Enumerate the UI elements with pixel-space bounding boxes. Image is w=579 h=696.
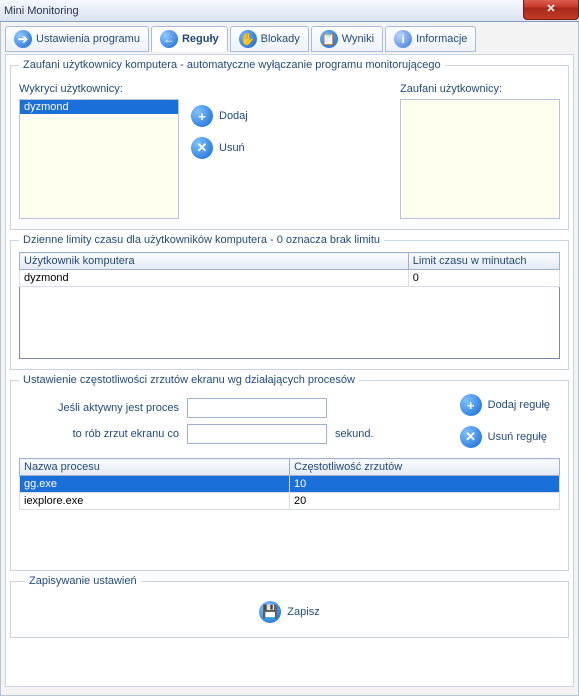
info-icon: i — [394, 30, 412, 48]
limits-table[interactable]: Użytkownik komputera Limit czasu w minut… — [19, 252, 560, 287]
trusted-users-label: Zaufani użytkownicy: — [400, 83, 560, 95]
list-item[interactable]: dyzmond — [20, 100, 178, 114]
tab-label: Blokady — [261, 33, 300, 45]
table-row[interactable]: iexplore.exe 20 — [20, 493, 560, 510]
col-frequency: Częstotliwość zrzutów — [290, 459, 560, 476]
group-legend: Zapisywanie ustawień — [25, 575, 141, 587]
cell-freq: 10 — [290, 476, 560, 493]
plus-icon: + — [460, 394, 482, 416]
table-row[interactable]: dyzmond 0 — [20, 270, 560, 287]
group-legend: Zaufani użytkownicy komputera - automaty… — [19, 59, 445, 71]
hand-icon: ✋ — [239, 30, 257, 48]
label-if-process: Jeśli aktywny jest proces — [19, 402, 179, 414]
table-header-row: Nazwa procesu Częstotliwość zrzutów — [20, 459, 560, 476]
button-label: Dodaj — [219, 110, 248, 122]
remove-button[interactable]: ✕ Usuń — [191, 137, 245, 159]
tab-rules[interactable]: ← Reguły — [151, 26, 228, 52]
button-label: Usuń — [219, 142, 245, 154]
table-header-row: Użytkownik komputera Limit czasu w minut… — [20, 253, 560, 270]
label-then: to rób zrzut ekranu co — [19, 428, 179, 440]
process-name-input[interactable] — [187, 398, 327, 418]
cell-user: dyzmond — [20, 270, 409, 287]
cell-freq: 20 — [290, 493, 560, 510]
tab-bar: ➔ Ustawienia programu ← Reguły ✋ Blokady… — [5, 26, 574, 52]
save-button[interactable]: 💾 Zapisz — [259, 601, 319, 623]
button-label: Zapisz — [287, 606, 319, 618]
cell-process: iexplore.exe — [20, 493, 290, 510]
delete-rule-button[interactable]: ✕ Usuń regułę — [460, 426, 547, 448]
add-button[interactable]: + Dodaj — [191, 105, 248, 127]
table-row[interactable]: gg.exe 10 — [20, 476, 560, 493]
tab-info[interactable]: i Informacje — [385, 26, 476, 52]
unit-label: sekund. — [335, 428, 374, 440]
close-icon: ✕ — [546, 2, 555, 15]
detected-users-list[interactable]: dyzmond — [19, 99, 179, 219]
window-body: ➔ Ustawienia programu ← Reguły ✋ Blokady… — [0, 22, 579, 696]
group-trusted-users: Zaufani użytkownicy komputera - automaty… — [10, 59, 569, 230]
cell-process: gg.exe — [20, 476, 290, 493]
group-legend: Ustawienie częstotliwości zrzutów ekranu… — [19, 374, 359, 386]
col-user: Użytkownik komputera — [20, 253, 409, 270]
results-icon: 📋 — [320, 30, 338, 48]
table-empty-area — [19, 510, 560, 560]
add-rule-button[interactable]: + Dodaj regułę — [460, 394, 550, 416]
col-limit: Limit czasu w minutach — [408, 253, 559, 270]
process-table[interactable]: Nazwa procesu Częstotliwość zrzutów gg.e… — [19, 458, 560, 510]
group-save: Zapisywanie ustawień 💾 Zapisz — [10, 575, 569, 638]
detected-users-label: Wykryci użytkownicy: — [19, 83, 179, 95]
tab-label: Informacje — [416, 33, 467, 45]
settings-icon: ➔ — [14, 30, 32, 48]
close-button[interactable]: ✕ — [523, 0, 579, 20]
group-legend: Dzienne limity czasu dla użytkowników ko… — [19, 234, 384, 246]
tab-label: Ustawienia programu — [36, 33, 140, 45]
window-title: Mini Monitoring — [4, 5, 79, 17]
col-process: Nazwa procesu — [20, 459, 290, 476]
titlebar: Mini Monitoring ✕ — [0, 0, 579, 22]
table-empty-area — [19, 287, 560, 359]
plus-icon: + — [191, 105, 213, 127]
group-screenshot-freq: Ustawienie częstotliwości zrzutów ekranu… — [10, 374, 569, 571]
interval-input[interactable] — [187, 424, 327, 444]
button-label: Usuń regułę — [488, 431, 547, 443]
tab-results[interactable]: 📋 Wyniki — [311, 26, 383, 52]
button-label: Dodaj regułę — [488, 399, 550, 411]
group-time-limits: Dzienne limity czasu dla użytkowników ko… — [10, 234, 569, 370]
tab-locks[interactable]: ✋ Blokady — [230, 26, 309, 52]
tab-label: Wyniki — [342, 33, 374, 45]
cell-limit: 0 — [408, 270, 559, 287]
x-icon: ✕ — [191, 137, 213, 159]
tab-settings[interactable]: ➔ Ustawienia programu — [5, 26, 149, 52]
tab-content: Zaufani użytkownicy komputera - automaty… — [5, 54, 574, 687]
trusted-users-list[interactable] — [400, 99, 560, 219]
disk-icon: 💾 — [259, 601, 281, 623]
arrow-left-icon: ← — [160, 30, 178, 48]
x-icon: ✕ — [460, 426, 482, 448]
tab-label: Reguły — [182, 33, 219, 45]
